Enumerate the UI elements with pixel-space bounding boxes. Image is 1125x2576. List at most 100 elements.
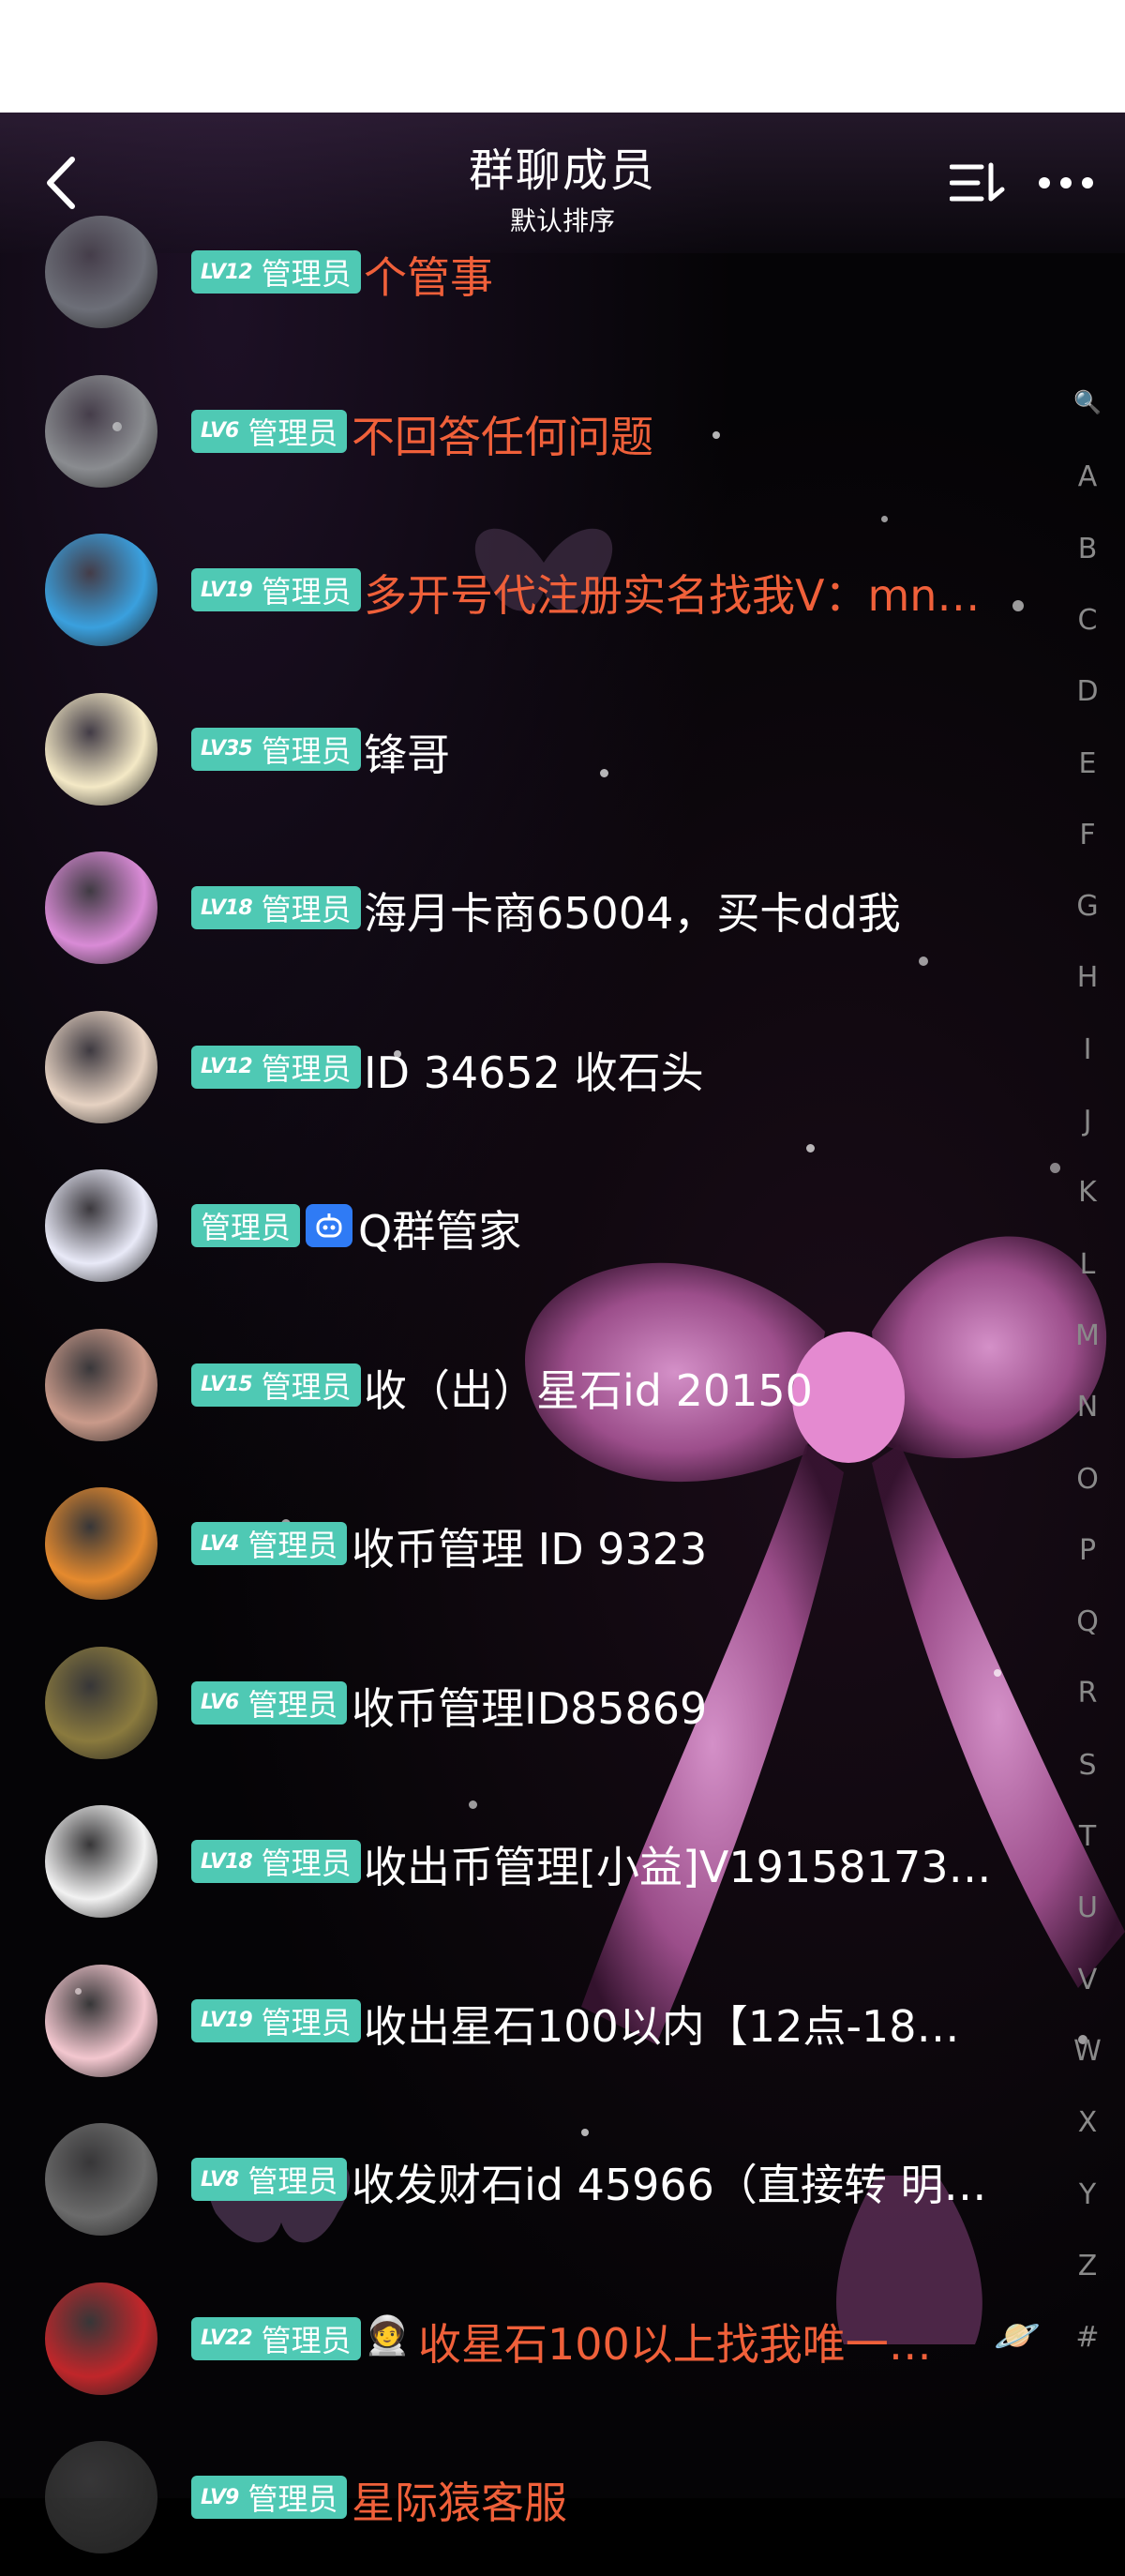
member-name: Q群管家 — [358, 1206, 522, 1257]
avatar[interactable] — [45, 1646, 158, 1759]
avatar[interactable] — [45, 374, 158, 488]
role-label: 管理员 — [248, 1528, 338, 1563]
avatar[interactable] — [45, 1169, 158, 1282]
role-badge: LV8 管理员 — [191, 2158, 348, 2201]
index-letter[interactable]: J — [1069, 1105, 1106, 1137]
index-search-icon[interactable]: 🔍 — [1069, 389, 1106, 415]
index-letter[interactable]: S — [1069, 1749, 1106, 1782]
role-badge: LV6 管理员 — [191, 409, 348, 453]
index-letter[interactable]: B — [1069, 533, 1106, 565]
member-row[interactable]: LV6 管理员 不回答任何问题 — [0, 352, 1069, 510]
member-name: 收出币管理[小益]V19158173… — [364, 1842, 992, 1892]
index-letter[interactable]: M — [1069, 1319, 1106, 1352]
index-letter[interactable]: Y — [1069, 2178, 1106, 2211]
index-letter[interactable]: K — [1069, 1176, 1106, 1209]
level-label: LV9 — [201, 2485, 239, 2509]
index-letter[interactable]: O — [1069, 1463, 1106, 1496]
index-letter[interactable]: A — [1069, 460, 1106, 493]
member-row[interactable]: LV6 管理员 收币管理ID85869 — [0, 1623, 1069, 1782]
index-letter[interactable]: Q — [1069, 1605, 1106, 1638]
role-label: 管理员 — [261, 732, 352, 769]
level-label: LV18 — [201, 896, 253, 920]
index-letter[interactable]: C — [1069, 604, 1106, 637]
level-label: LV6 — [201, 1691, 239, 1714]
index-letter[interactable]: N — [1069, 1391, 1106, 1424]
role-badge: LV35 管理员 — [191, 727, 361, 771]
member-name: 收币管理 ID 9323 — [352, 1524, 708, 1574]
role-label: 管理员 — [261, 2322, 352, 2358]
member-name: 收币管理ID85869 — [352, 1682, 708, 1734]
role-badge: LV4 管理员 — [191, 1522, 348, 1565]
member-name: 锋哥 — [364, 729, 450, 780]
member-row[interactable]: LV4 管理员 收币管理 ID 9323 — [0, 1464, 1069, 1622]
index-letter[interactable]: R — [1069, 1677, 1106, 1710]
index-letter[interactable]: X — [1069, 2106, 1106, 2139]
avatar[interactable] — [45, 1487, 158, 1600]
index-letter[interactable]: H — [1069, 961, 1106, 994]
astronaut-icon: 🧑‍🚀 — [364, 2313, 411, 2358]
index-letter[interactable]: I — [1069, 1033, 1106, 1066]
avatar[interactable] — [45, 692, 158, 806]
role-label: 管理员 — [248, 1686, 338, 1723]
index-letter[interactable]: V — [1069, 1964, 1106, 1996]
member-row[interactable]: LV19 管理员 多开号代注册实名找我V：mn… — [0, 510, 1069, 669]
avatar[interactable] — [45, 2123, 158, 2236]
member-row[interactable]: LV8 管理员 收发财石id 45966（直接转 明… — [0, 2100, 1069, 2258]
index-letter[interactable]: L — [1069, 1248, 1106, 1281]
role-label: 管理员 — [261, 1050, 352, 1087]
member-row[interactable]: LV9 管理员 星际猿客服 — [0, 2418, 1069, 2576]
index-letter[interactable]: D — [1069, 675, 1106, 708]
member-row[interactable]: LV18 管理员 海月卡商65004，买卡dd我 — [0, 828, 1069, 987]
index-letter[interactable]: W — [1069, 2035, 1106, 2068]
role-badge: LV19 管理员 — [191, 1998, 361, 2042]
member-name: 收发财石id 45966（直接转 明… — [352, 2160, 987, 2210]
avatar[interactable] — [45, 1328, 158, 1441]
member-row[interactable]: LV15 管理员 收（出）星石id 20150 — [0, 1305, 1069, 1464]
avatar[interactable] — [45, 1805, 158, 1918]
index-letter[interactable]: G — [1069, 890, 1106, 923]
member-name: 收（出）星石id 20150 — [364, 1364, 813, 1416]
member-row[interactable]: LV18 管理员 收出币管理[小益]V19158173… — [0, 1782, 1069, 1940]
robot-icon — [306, 1204, 352, 1247]
avatar[interactable] — [45, 534, 158, 646]
avatar[interactable] — [45, 2282, 158, 2395]
level-label: LV8 — [201, 2167, 239, 2192]
role-badge: LV19 管理员 — [191, 568, 361, 611]
member-name: ID 34652 收石头 — [364, 1047, 704, 1098]
level-label: LV12 — [201, 260, 253, 284]
avatar[interactable] — [45, 216, 158, 328]
member-row[interactable]: 管理员 Q群管家 — [0, 1146, 1069, 1304]
level-label: LV19 — [201, 578, 253, 602]
index-letter[interactable]: T — [1069, 1820, 1106, 1853]
avatar[interactable] — [45, 1964, 158, 2077]
role-label: 管理员 — [201, 1210, 292, 1245]
level-label: LV6 — [201, 419, 239, 443]
role-label: 管理员 — [261, 2004, 352, 2041]
index-letter[interactable]: U — [1069, 1891, 1106, 1924]
role-label: 管理员 — [261, 574, 352, 610]
member-row[interactable]: LV22 管理员 🧑‍🚀 收星石100以上找我唯一… 🪐 — [0, 2259, 1069, 2418]
role-badge: LV15 管理员 — [191, 1363, 361, 1407]
role-badge: LV12 管理员 — [191, 250, 361, 294]
member-name: 星际猿客服 — [352, 2478, 567, 2528]
index-letter[interactable]: E — [1069, 747, 1106, 780]
member-row[interactable]: LV12 管理员 ID 34652 收石头 — [0, 987, 1069, 1146]
avatar[interactable] — [45, 1010, 158, 1123]
avatar[interactable] — [45, 851, 158, 964]
role-label: 管理员 — [261, 1845, 352, 1881]
role-badge: LV6 管理员 — [191, 1680, 348, 1725]
member-row[interactable]: LV12 管理员 个管事 — [0, 192, 1069, 351]
index-letter[interactable]: Z — [1069, 2250, 1106, 2282]
index-letter[interactable]: # — [1069, 2321, 1106, 2354]
role-label: 管理员 — [248, 414, 338, 451]
avatar[interactable] — [45, 2441, 158, 2553]
role-label: 管理员 — [261, 1368, 352, 1405]
role-label: 管理员 — [261, 256, 352, 292]
member-row[interactable]: LV35 管理员 锋哥 — [0, 670, 1069, 828]
role-badge: LV12 管理员 — [191, 1045, 361, 1089]
planet-icon: 🪐 — [994, 2313, 1041, 2358]
index-letter[interactable]: F — [1069, 819, 1106, 851]
role-label: 管理员 — [248, 2481, 338, 2517]
member-row[interactable]: LV19 管理员 收出星石100以内【12点-18… — [0, 1941, 1069, 2100]
index-letter[interactable]: P — [1069, 1534, 1106, 1567]
